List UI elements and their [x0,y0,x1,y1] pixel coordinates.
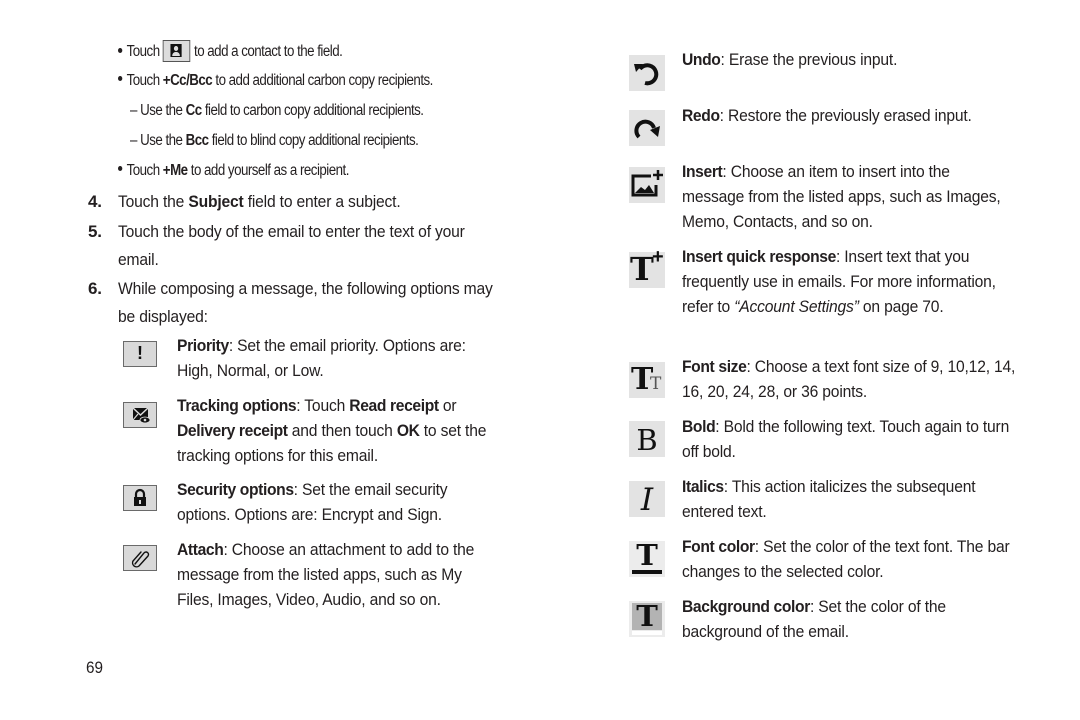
bullet-dot [118,166,123,172]
bullet-me: Touch +Me to add yourself as a recipient… [118,161,349,181]
option-title: Undo [682,50,721,69]
bullet-dot [118,76,123,82]
tracking-icon [123,402,157,428]
option-title: Bold [682,417,716,436]
insert-image-icon [629,167,665,203]
option-title: Security options [177,480,294,499]
option-title: Background color [682,597,810,616]
font-size-icon: T T [629,362,665,398]
option-title: Insert quick response [682,247,836,266]
dash-marker: – [130,102,137,119]
option-redo: Redo: Restore the previously erased inpu… [682,103,1062,128]
quick-response-glyph: T [630,250,654,288]
priority-icon: ! [123,341,157,367]
step-number: 6. [88,279,102,298]
option-title: Tracking options [177,396,297,415]
option-priority: Priority: Set the email priority. Option… [177,333,517,383]
page-number: 69 [86,658,104,677]
option-title: Italics [682,477,724,496]
step-number: 5. [88,222,102,241]
sub-bullet-bold: Cc [185,102,203,119]
step-text: Touch the [118,192,185,211]
option-tracking: Tracking options: Touch Read receipt or … [177,393,527,468]
bullet-text: to add additional carbon copy recipients… [215,72,433,89]
step-4: 4. Touch the Subject field to enter a su… [88,188,528,216]
link-account-settings[interactable]: “Account Settings” [734,297,859,316]
sub-bullet-text: field to carbon copy additional recipien… [204,102,424,119]
option-font-size: Font size: Choose a text font size of 9,… [682,354,1047,404]
option-title: Attach [177,540,224,559]
option-font-color: Font color: Set the color of the text fo… [682,534,1047,584]
option-bold: Read receipt [349,396,439,415]
bullet-text: Touch [126,43,161,61]
bullet-bold: +Me [162,162,188,179]
bold-icon: B [629,421,665,457]
step-number: 4. [88,192,102,211]
option-insert: Insert: Choose an item to insert into th… [682,159,1032,234]
background-color-glyph: T [636,599,658,633]
bullet-text: to add yourself as a recipient. [190,162,350,179]
step-5: 5. Touch the body of the email to enter … [88,218,528,274]
bold-glyph: B [636,423,658,457]
option-desc: : Bold the following text. Touch again t… [682,417,1010,461]
option-desc: : Restore the previously erased input. [719,106,972,125]
option-bold: Delivery receipt [177,421,288,440]
bullet-text: Touch [126,162,161,179]
sub-bullet-cc: – Use the Cc field to carbon copy additi… [130,101,424,121]
sub-bullet-text: Use the [140,132,183,149]
sub-bullet-text: Use the [140,102,183,119]
option-security: Security options: Set the email security… [177,477,517,527]
option-title: Insert [682,162,723,181]
redo-icon [629,110,665,146]
italic-icon: I [629,481,665,518]
sub-bullet-bold: Bcc [185,132,209,149]
bullet-dot [118,47,123,53]
font-color-icon: T [629,538,665,577]
bullet-text: Touch [126,72,161,89]
option-italics: Italics: This action italicizes the subs… [682,474,1047,524]
quick-response-icon: T + [629,246,665,288]
step-bold: Subject [188,192,244,211]
option-title: Priority [177,336,229,355]
option-attach: Attach: Choose an attachment to add to t… [177,537,517,612]
italic-glyph: I [640,482,654,518]
option-bold: Bold: Bold the following text. Touch aga… [682,414,1047,464]
option-desc: : Choose an item to insert into the mess… [682,162,1001,231]
step-text: While composing a message, the following… [118,279,493,326]
option-title: Redo [682,106,720,125]
option-quick-response: Insert quick response: Insert text that … [682,244,1047,319]
lock-icon [123,485,157,511]
background-color-icon: T [629,599,665,637]
option-title: Font size [682,357,747,376]
bullet-text: to add a contact to the field. [194,43,343,61]
option-background-color: Background color: Set the color of the b… [682,594,1047,644]
step-6: 6. While composing a message, the follow… [88,275,528,331]
undo-icon [629,55,665,91]
plus-glyph: + [652,246,664,268]
option-undo: Undo: Erase the previous input. [682,47,1042,72]
font-color-bar [632,570,662,574]
option-desc: : Touch [296,396,350,415]
bullet-add-contact: Touch to add a contact to the field. [118,40,343,63]
sub-bullet-text: field to blind copy additional recipient… [211,132,419,149]
option-desc: or [438,396,457,415]
contact-icon [163,40,191,62]
paperclip-icon [123,545,157,571]
option-desc: on page 70. [858,297,944,316]
dash-marker: – [130,132,137,149]
step-text: field to enter a subject. [247,192,401,211]
font-color-glyph: T [636,538,658,572]
priority-glyph: ! [137,343,143,363]
bullet-cc-bcc: Touch +Cc/Bcc to add additional carbon c… [118,71,433,91]
option-desc: and then touch [287,421,397,440]
option-desc: : Erase the previous input. [720,50,898,69]
bullet-bold: +Cc/Bcc [162,72,213,89]
option-bold: OK [396,421,420,440]
font-size-small-glyph: T [650,374,662,394]
background-color-bar [632,631,662,635]
sub-bullet-bcc: – Use the Bcc field to blind copy additi… [130,131,419,151]
option-desc: : This action italicizes the subsequent … [682,477,976,521]
option-title: Font color [682,537,755,556]
step-text: Touch the body of the email to enter the… [118,222,465,269]
